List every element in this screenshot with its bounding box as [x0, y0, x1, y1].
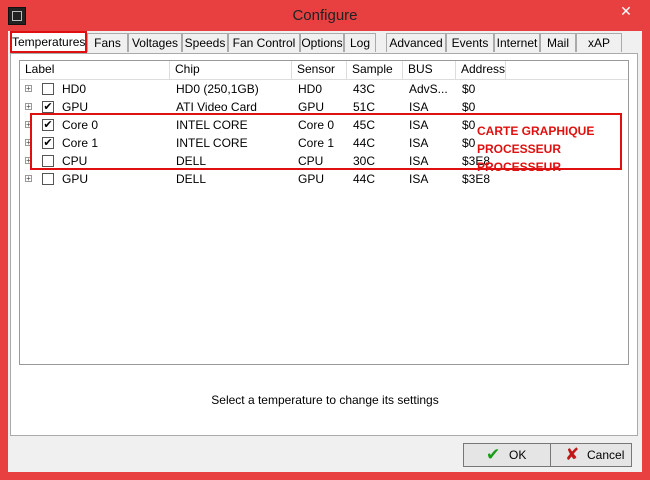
- title-bar: Configure ✕: [0, 0, 650, 31]
- column-label[interactable]: Label: [20, 61, 170, 79]
- ok-button[interactable]: ✔ OK: [463, 443, 551, 467]
- column-sensor[interactable]: Sensor: [292, 61, 347, 79]
- cell-sample: 44C: [353, 172, 376, 186]
- tab-fans[interactable]: Fans: [87, 33, 128, 52]
- cancel-button[interactable]: ✘ Cancel: [550, 443, 632, 467]
- cell-sensor: HD0: [298, 82, 323, 96]
- cell-bus: ISA: [409, 172, 429, 186]
- tab-mail[interactable]: Mail: [540, 33, 576, 52]
- cancel-label: Cancel: [587, 448, 625, 462]
- tab-xap[interactable]: xAP: [576, 33, 622, 52]
- plus-icon[interactable]: +: [25, 103, 32, 111]
- tab-temperatures[interactable]: Temperatures: [10, 31, 87, 53]
- configure-window: Configure ✕ Temperatures Fans Voltages S…: [0, 0, 650, 480]
- tab-log[interactable]: Log: [344, 33, 376, 52]
- dialog-client: Temperatures Fans Voltages Speeds Fan Co…: [8, 31, 642, 472]
- status-message: Select a temperature to change its setti…: [211, 393, 439, 407]
- cell-bus: AdvS...: [409, 82, 448, 96]
- row-checkbox[interactable]: [42, 173, 54, 185]
- table-row[interactable]: + HD0 HD0 (250,1GB) HD0 43C AdvS... $0: [20, 80, 628, 98]
- cell-sensor: GPU: [298, 172, 325, 186]
- x-icon: ✘: [565, 445, 580, 464]
- tab-speeds[interactable]: Speeds: [182, 33, 228, 52]
- column-address[interactable]: Address: [456, 61, 506, 79]
- cell-address: $0: [462, 82, 476, 96]
- column-bus[interactable]: BUS: [403, 61, 456, 79]
- cell-sample: 43C: [353, 82, 376, 96]
- tab-fan-control[interactable]: Fan Control: [228, 33, 300, 52]
- annotation-processor-2: PROCESSEUR: [477, 160, 562, 174]
- cell-label: HD0: [62, 82, 87, 96]
- annotation-processor-1: PROCESSEUR: [477, 142, 562, 156]
- temperature-list[interactable]: Label Chip Sensor Sample BUS Address + HD…: [19, 60, 629, 365]
- tab-events[interactable]: Events: [446, 33, 494, 52]
- window-title: Configure: [292, 7, 358, 24]
- tab-voltages[interactable]: Voltages: [128, 33, 182, 52]
- ok-label: OK: [509, 448, 527, 462]
- temperatures-panel: Label Chip Sensor Sample BUS Address + HD…: [10, 53, 638, 436]
- tab-internet[interactable]: Internet: [494, 33, 540, 52]
- list-header: Label Chip Sensor Sample BUS Address: [20, 61, 628, 80]
- row-checkbox[interactable]: ✔: [42, 101, 54, 113]
- plus-icon[interactable]: +: [25, 85, 32, 93]
- column-sample[interactable]: Sample: [347, 61, 403, 79]
- close-button[interactable]: ✕: [603, 1, 649, 21]
- column-chip[interactable]: Chip: [170, 61, 292, 79]
- cell-chip: HD0 (250,1GB): [176, 82, 259, 96]
- tab-strip: Temperatures Fans Voltages Speeds Fan Co…: [8, 31, 642, 55]
- plus-icon[interactable]: +: [25, 175, 32, 183]
- checkmark-icon: ✔: [486, 445, 501, 464]
- cell-label: GPU: [62, 172, 89, 186]
- annotation-graphics-card: CARTE GRAPHIQUE: [477, 124, 595, 138]
- tab-advanced[interactable]: Advanced: [386, 33, 446, 52]
- row-checkbox[interactable]: [42, 83, 54, 95]
- tab-options[interactable]: Options: [300, 33, 344, 52]
- cell-chip: DELL: [176, 172, 207, 186]
